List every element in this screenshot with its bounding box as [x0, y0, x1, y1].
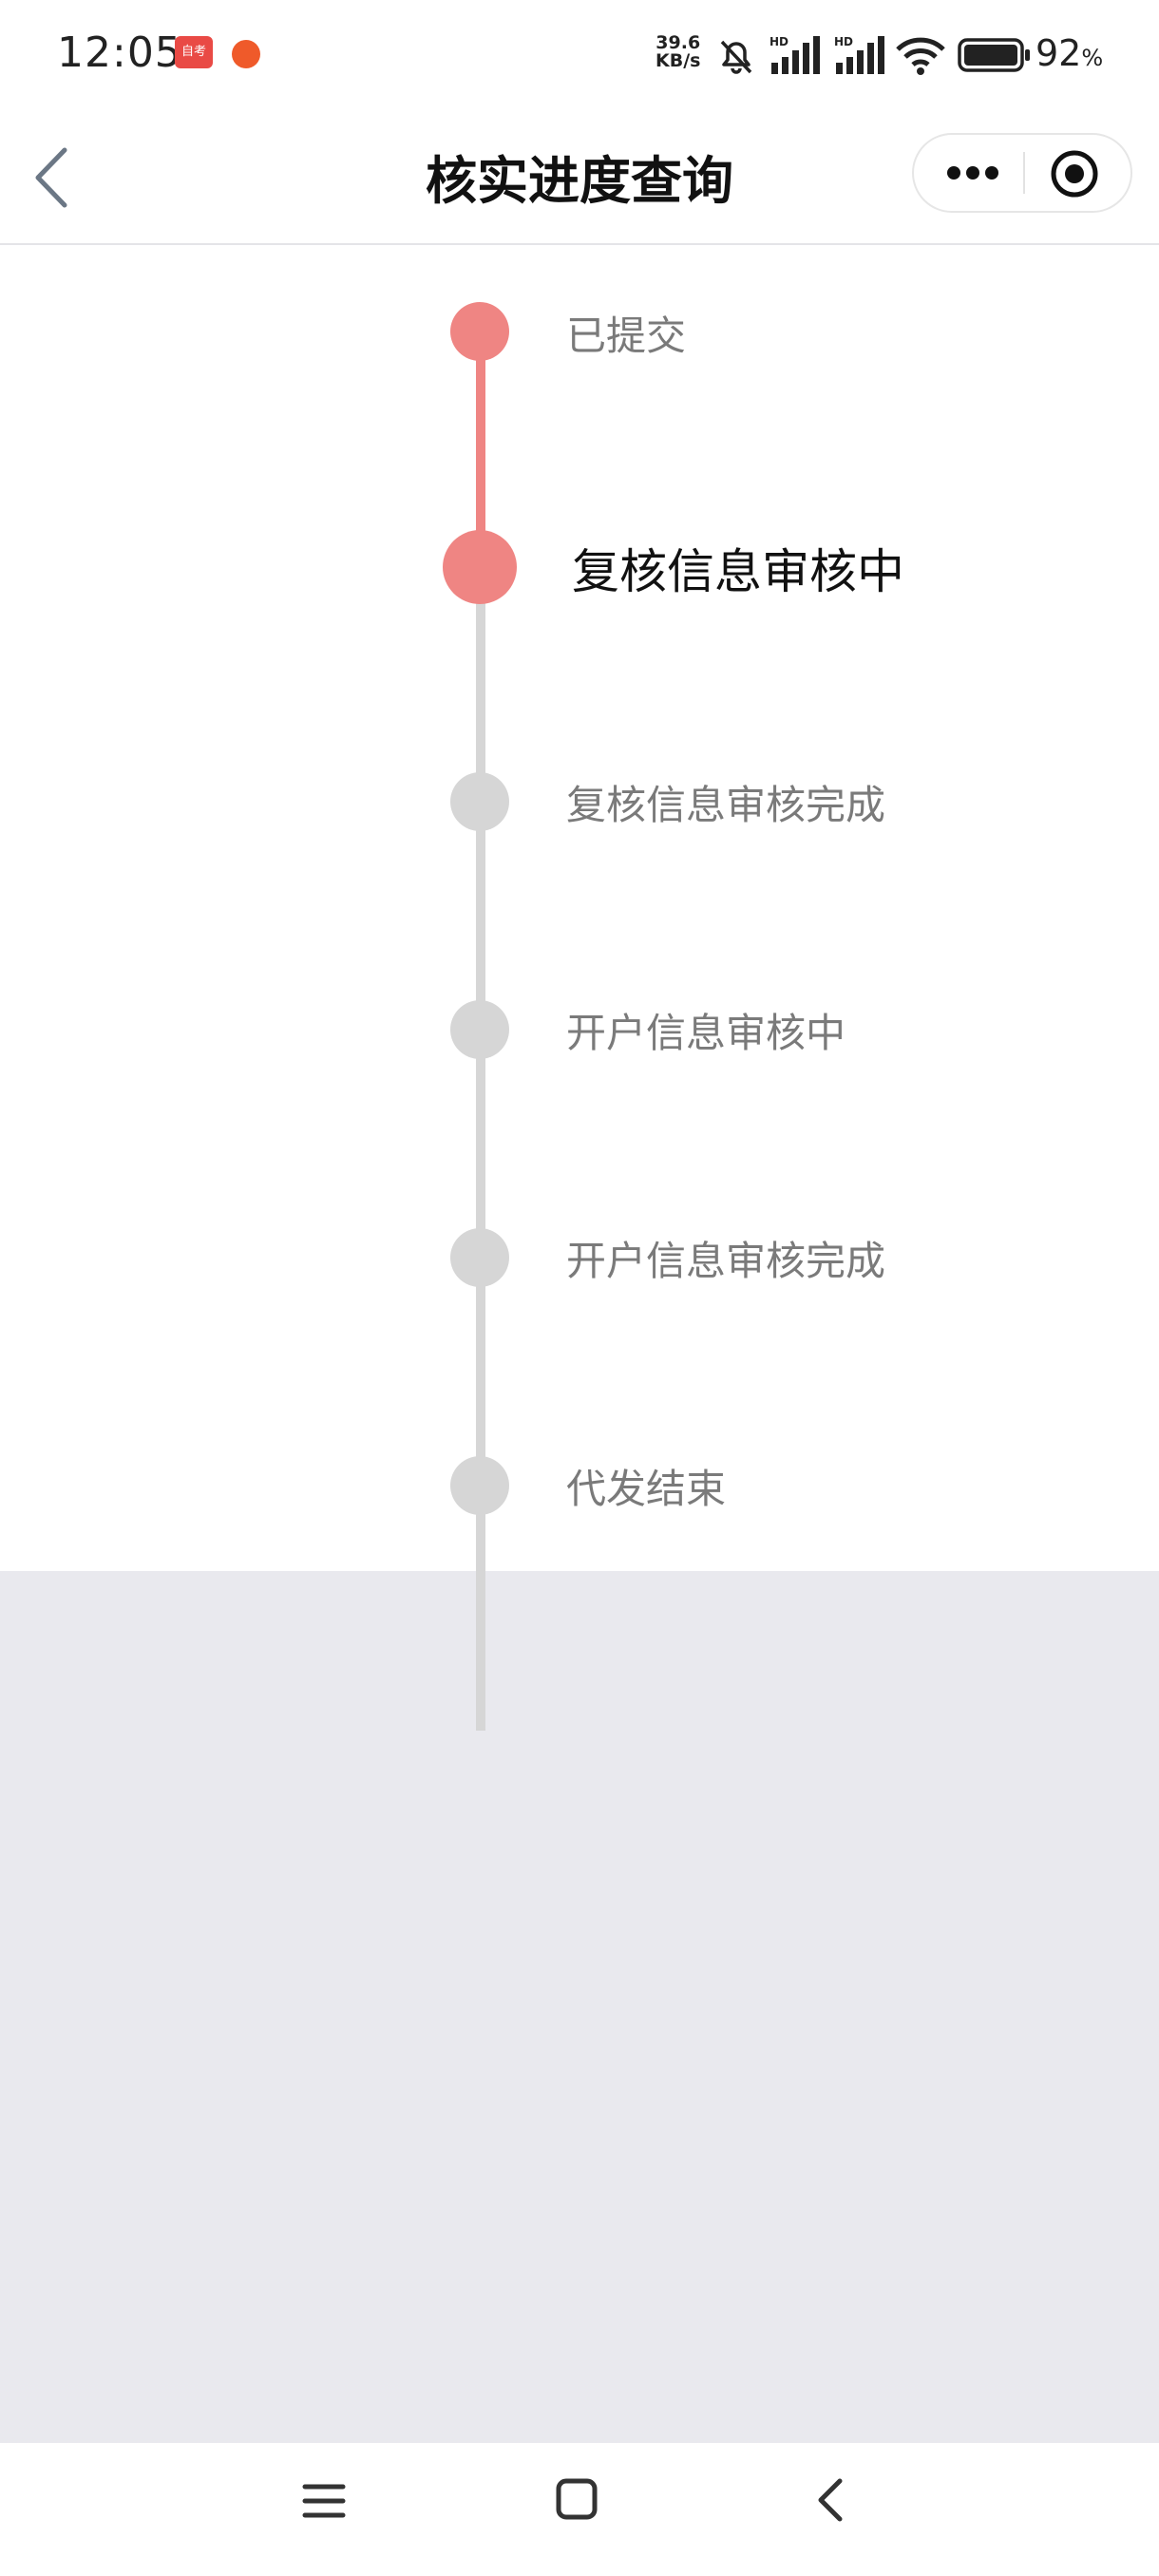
- target-close-icon: [1051, 150, 1098, 198]
- step-label-payout-finished: 代发结束: [566, 1466, 727, 1512]
- step-label-review-in-progress: 复核信息审核中: [572, 544, 904, 599]
- nav-bar: 核实进度查询: [0, 112, 1159, 245]
- menu-lines-icon: [302, 2484, 346, 2518]
- status-time: 12:05: [57, 28, 182, 77]
- home-button[interactable]: [553, 2475, 600, 2523]
- svg-text:HD: HD: [834, 35, 853, 48]
- app-notification-icon-2: [232, 40, 260, 68]
- step-label-submitted: 已提交: [566, 313, 687, 359]
- step-label-review-complete: 复核信息审核完成: [566, 782, 886, 828]
- svg-text:HD: HD: [770, 35, 788, 48]
- step-dot-review-complete: [450, 772, 509, 831]
- battery-icon: [958, 38, 1030, 72]
- capsule-menu: [912, 133, 1132, 213]
- step-label-account-complete: 开户信息审核完成: [566, 1238, 886, 1284]
- network-speed-unit: KB/s: [656, 50, 701, 71]
- network-speed: 39.6 KB/s: [656, 34, 700, 70]
- bell-muted-icon: [720, 40, 752, 74]
- step-label-account-in-progress: 开户信息审核中: [566, 1010, 846, 1056]
- recent-apps-button[interactable]: [300, 2477, 348, 2525]
- step-dot-account-in-progress: [450, 1000, 509, 1059]
- step-dot-payout-finished: [450, 1456, 509, 1515]
- app-notification-icon: 自考: [175, 36, 213, 68]
- progress-timeline: 已提交 复核信息审核中 复核信息审核完成 开户信息审核中 开户信息审核完成 代发…: [0, 245, 1159, 1731]
- capsule-divider: [1023, 152, 1025, 194]
- system-back-button[interactable]: [809, 2473, 851, 2527]
- step-dot-review-in-progress: [443, 530, 517, 604]
- cell-signal-icon: HD: [770, 35, 820, 74]
- step-dot-account-complete: [450, 1228, 509, 1287]
- wifi-icon: [896, 37, 945, 75]
- battery-level: 92%: [1036, 32, 1103, 74]
- close-miniprogram-button[interactable]: [1047, 146, 1102, 201]
- battery-percent: 92: [1036, 32, 1082, 74]
- timeline-line-pending: [476, 568, 485, 1731]
- battery-unit: %: [1081, 45, 1104, 71]
- step-dot-submitted: [450, 302, 509, 361]
- cell-signal-icon-2: HD: [834, 35, 884, 74]
- status-bar: 12:05 自考 39.6 KB/s HD HD 92%: [0, 0, 1159, 112]
- home-square-icon: [556, 2478, 598, 2520]
- more-button[interactable]: [939, 135, 1015, 211]
- more-dots-icon: [947, 166, 998, 180]
- chevron-left-icon: [818, 2478, 843, 2522]
- system-nav-bar: [0, 2443, 1159, 2576]
